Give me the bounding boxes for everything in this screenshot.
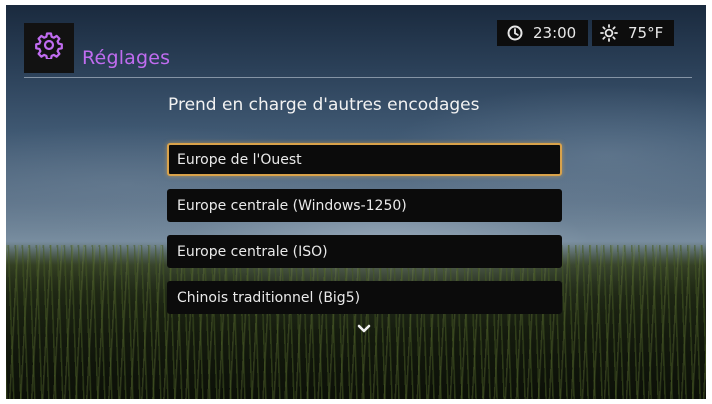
gear-icon: [35, 32, 63, 59]
option-europe-centrale-iso[interactable]: Europe centrale (ISO): [167, 235, 562, 268]
sun-icon: [600, 24, 618, 42]
chevron-down-icon[interactable]: [356, 323, 372, 335]
clock-icon: [507, 25, 523, 41]
option-chinois-traditionnel-big5[interactable]: Chinois traditionnel (Big5): [167, 281, 562, 314]
settings-app-icon: [24, 23, 74, 73]
header-divider: [24, 77, 692, 78]
clock-display: 23:00: [497, 20, 588, 46]
time-text: 23:00: [533, 24, 577, 42]
option-europe-de-l-ouest[interactable]: Europe de l'Ouest: [167, 143, 562, 176]
option-europe-centrale-windows-1250[interactable]: Europe centrale (Windows-1250): [167, 189, 562, 222]
page-title: Réglages: [82, 47, 171, 69]
tv-screen: Réglages 23:00 75°F Prend en charge d'au…: [6, 5, 706, 399]
background-grass: [6, 245, 706, 399]
page-heading: Prend en charge d'autres encodages: [168, 95, 480, 115]
temperature-text: 75°F: [628, 24, 664, 42]
weather-display: 75°F: [592, 20, 674, 46]
status-bar: 23:00 75°F: [497, 20, 674, 46]
